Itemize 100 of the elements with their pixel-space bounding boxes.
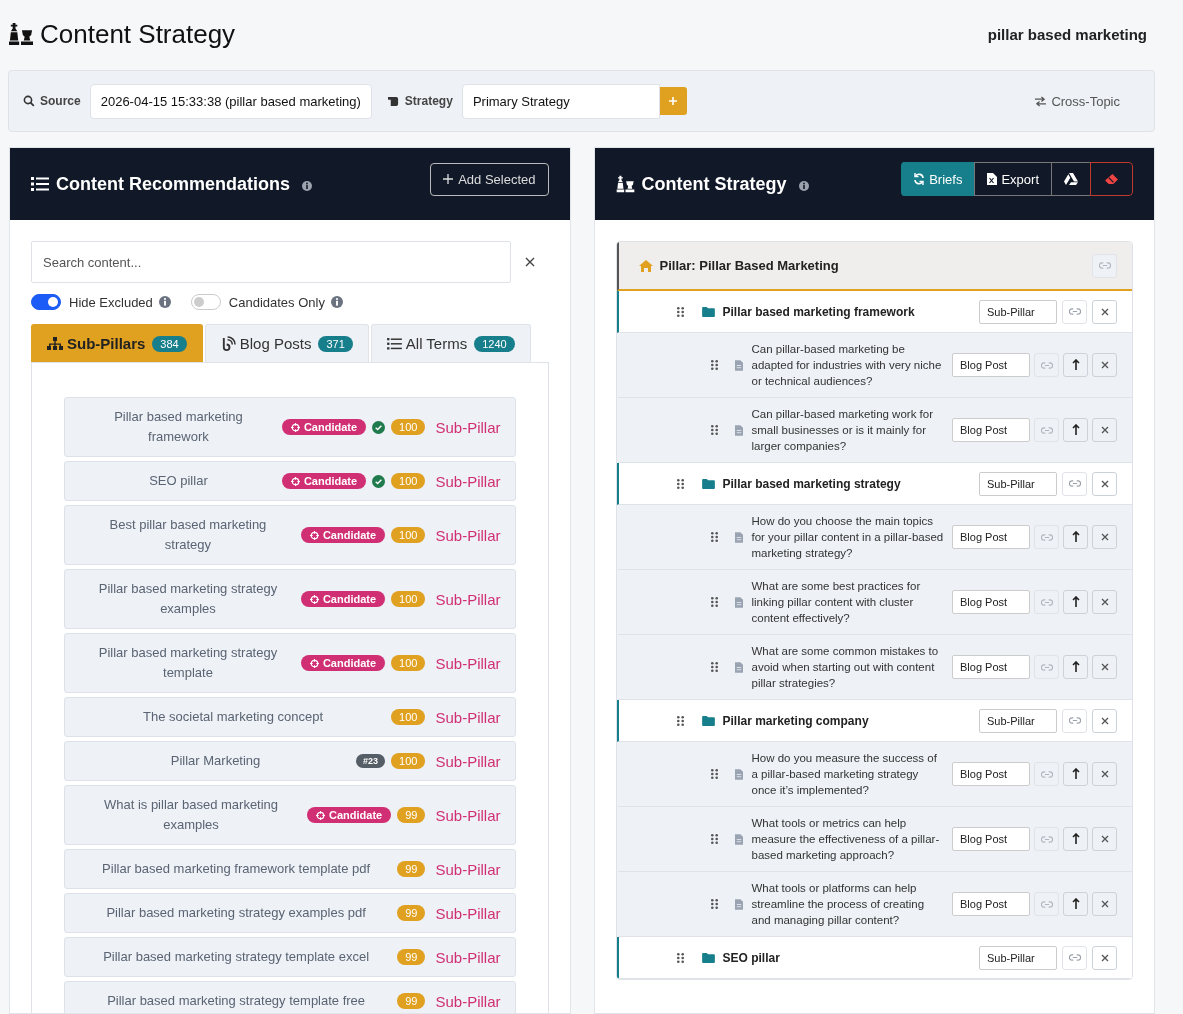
tab[interactable]: Blog Posts 371 xyxy=(204,324,369,362)
add-selected-button[interactable]: Add Selected xyxy=(430,162,549,196)
drag-handle-icon[interactable] xyxy=(676,478,684,489)
promote-button[interactable] xyxy=(1063,418,1088,442)
drag-handle-icon[interactable] xyxy=(710,597,718,607)
drag-handle-icon[interactable] xyxy=(676,952,684,963)
drag-handle-icon[interactable] xyxy=(710,834,718,844)
briefs-button[interactable]: Briefs xyxy=(901,162,976,196)
close-icon xyxy=(1100,953,1109,962)
home-icon xyxy=(638,259,653,272)
file-icon xyxy=(734,424,743,436)
type-select[interactable]: Sub-Pillar xyxy=(979,299,1057,324)
recommendation-title: Pillar based marketing strategy examples xyxy=(97,580,279,618)
file-icon xyxy=(734,833,743,845)
recommendation-row[interactable]: Pillar based marketing strategy examples pdf 99 Sub-Pillar xyxy=(64,893,516,933)
recommendation-title: Pillar Marketing xyxy=(169,752,262,770)
recommendation-row[interactable]: Pillar based marketing strategy examples Candidate 100 Sub-Pillar xyxy=(64,569,516,629)
recommendation-row[interactable]: What is pillar based marketing examples Candidate 99 Sub-Pillar xyxy=(64,785,516,845)
recommendation-row[interactable]: Pillar based marketing framework template pdf 99 Sub-Pillar xyxy=(64,849,516,889)
promote-button[interactable] xyxy=(1063,892,1088,916)
cross-topic-button[interactable]: Cross-Topic xyxy=(1028,92,1126,110)
erase-button[interactable] xyxy=(1090,162,1133,196)
close-icon xyxy=(1100,716,1109,725)
close-icon[interactable] xyxy=(524,257,535,267)
score-badge: 100 xyxy=(391,709,426,725)
type-select[interactable]: Sub-Pillar xyxy=(979,708,1057,733)
type-select[interactable]: Blog Post xyxy=(952,418,1030,442)
drag-handle-icon[interactable] xyxy=(710,899,718,909)
promote-button[interactable] xyxy=(1063,827,1088,851)
link-button[interactable] xyxy=(1062,708,1087,733)
plus-icon xyxy=(443,174,454,184)
type-select[interactable]: Blog Post xyxy=(952,353,1030,377)
promote-button[interactable] xyxy=(1063,655,1088,679)
remove-button[interactable] xyxy=(1092,471,1117,496)
promote-button[interactable] xyxy=(1063,353,1088,377)
link-icon xyxy=(1040,769,1053,779)
type-label: Sub-Pillar xyxy=(435,992,501,1010)
candidate-badge: Candidate xyxy=(300,591,386,607)
type-label: Sub-Pillar xyxy=(435,806,501,824)
link-icon xyxy=(1068,953,1081,962)
eraser-icon xyxy=(1105,173,1118,185)
triangle-logo-icon xyxy=(1064,173,1078,185)
drag-handle-icon[interactable] xyxy=(710,532,718,542)
score-badge: 99 xyxy=(397,949,426,965)
candidate-badge: Candidate xyxy=(281,419,367,435)
promote-button[interactable] xyxy=(1063,525,1088,549)
recommendation-title: What is pillar based marketing examples xyxy=(102,796,280,834)
type-select[interactable]: Blog Post xyxy=(952,892,1030,916)
search-field[interactable]: Search content... xyxy=(31,241,511,283)
drag-handle-icon[interactable] xyxy=(710,662,718,672)
blog-post-title: How do you measure the success of a pillar-based marketing strategy once it’s implemented? xyxy=(751,751,938,798)
arrow-up-icon xyxy=(1071,596,1080,608)
blog-post-title: What tools or metrics can help measure the effectiveness of a pillar-based marketing approach? xyxy=(751,816,941,863)
tab[interactable]: All Terms 1240 xyxy=(370,324,531,362)
remove-button[interactable] xyxy=(1092,945,1117,970)
recommendation-title: Best pillar based marketing strategy xyxy=(108,516,268,554)
link-button[interactable] xyxy=(1092,253,1117,278)
recommendation-row[interactable]: Pillar based marketing framework Candidate 100 Sub-Pillar xyxy=(64,397,516,457)
toggle-switch[interactable] xyxy=(31,294,61,310)
source-select[interactable]: 2026-04-15 15:33:38 (pillar based marketing) xyxy=(89,83,372,119)
recommendation-row[interactable]: SEO pillar Candidate 100 Sub-Pillar xyxy=(64,461,516,501)
link-button[interactable] xyxy=(1062,945,1087,970)
link-button[interactable] xyxy=(1062,471,1087,496)
promote-button[interactable] xyxy=(1063,590,1088,614)
sub-pillar-title: Pillar based marketing framework xyxy=(722,304,916,319)
type-select[interactable]: Sub-Pillar xyxy=(979,471,1057,496)
strategy-select[interactable]: Primary Strategy xyxy=(461,83,660,119)
type-select[interactable]: Blog Post xyxy=(952,655,1030,679)
recommendation-row[interactable]: Pillar based marketing strategy template Candidate 100 Sub-Pillar xyxy=(64,633,516,693)
type-select[interactable]: Blog Post xyxy=(952,827,1030,851)
recommendation-row[interactable]: Best pillar based marketing strategy Candidate 100 Sub-Pillar xyxy=(64,505,516,565)
remove-button[interactable] xyxy=(1092,708,1117,733)
type-select[interactable]: Sub-Pillar xyxy=(979,945,1057,970)
close-icon xyxy=(1100,361,1109,369)
add-strategy-button[interactable] xyxy=(659,87,687,115)
drag-handle-icon[interactable] xyxy=(676,306,684,317)
recommendation-title: Pillar based marketing strategy template free xyxy=(106,992,367,1010)
tab[interactable]: Sub-Pillars 384 xyxy=(31,324,203,362)
link-button[interactable] xyxy=(1062,299,1087,324)
type-select[interactable]: Blog Post xyxy=(952,525,1030,549)
drag-handle-icon[interactable] xyxy=(710,360,718,370)
drag-handle-icon[interactable] xyxy=(676,715,684,726)
sub-pillar-title: Pillar marketing company xyxy=(722,713,870,728)
type-select[interactable]: Blog Post xyxy=(952,762,1030,786)
drive-button[interactable] xyxy=(1051,162,1091,196)
link-icon xyxy=(1040,899,1053,909)
folder-icon xyxy=(701,478,715,489)
drag-handle-icon[interactable] xyxy=(710,425,718,435)
type-select[interactable]: Blog Post xyxy=(952,590,1030,614)
drag-handle-icon[interactable] xyxy=(710,769,718,779)
recommendation-row[interactable]: The societal marketing concept 100 Sub-Pillar xyxy=(64,697,516,737)
recommendation-row[interactable]: Pillar Marketing #23 100 Sub-Pillar xyxy=(64,741,516,781)
candidate-badge: Candidate xyxy=(300,527,386,543)
recommendation-row[interactable]: Pillar based marketing strategy template free 99 Sub-Pillar xyxy=(64,981,516,1013)
remove-button[interactable] xyxy=(1092,299,1117,324)
recommendation-row[interactable]: Pillar based marketing strategy template excel 99 Sub-Pillar xyxy=(64,937,516,977)
promote-button[interactable] xyxy=(1063,762,1088,786)
score-badge: 100 xyxy=(391,419,426,435)
export-button[interactable]: Export xyxy=(974,162,1052,196)
arrow-up-icon xyxy=(1071,424,1080,436)
